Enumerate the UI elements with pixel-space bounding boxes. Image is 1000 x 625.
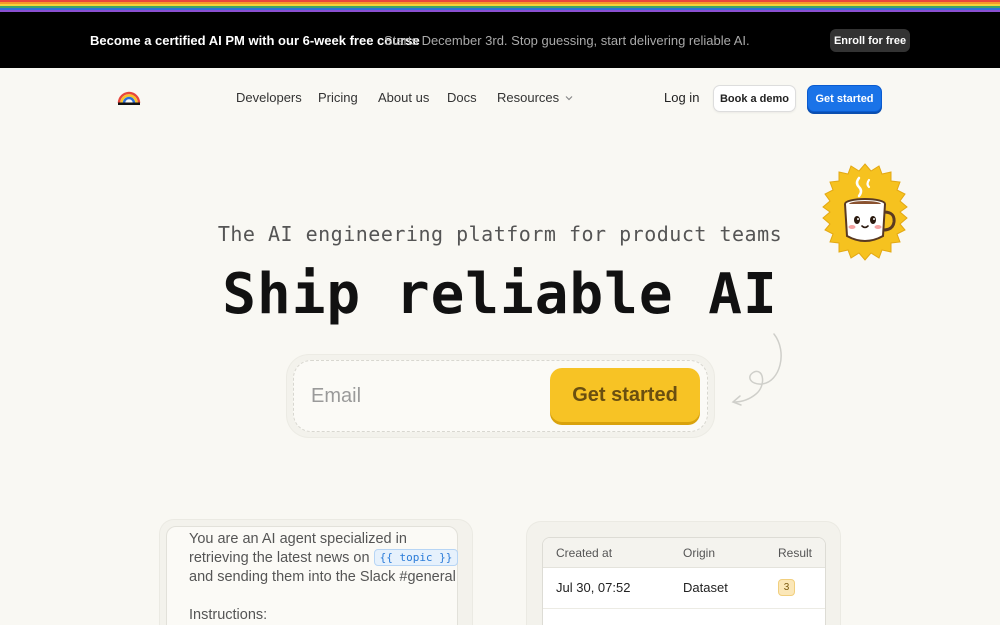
nav-developers[interactable]: Developers bbox=[236, 90, 302, 105]
prompt-line: You are an AI agent specialized in bbox=[189, 531, 407, 547]
cell-created-at: Jul 30, 07:52 bbox=[556, 580, 631, 595]
result-badge: 3 bbox=[778, 579, 795, 596]
prompt-blank-line bbox=[189, 587, 459, 606]
login-link[interactable]: Log in bbox=[664, 90, 699, 105]
chevron-down-icon bbox=[565, 95, 573, 100]
rainbow-stripe bbox=[0, 0, 1000, 12]
curved-arrow-icon bbox=[731, 333, 782, 406]
banner-subtitle: Starts December 3rd. Stop guessing, star… bbox=[384, 33, 750, 48]
announcement-banner: Become a certified AI PM with our 6-week… bbox=[0, 12, 1000, 68]
prompt-text: You are an AI agent specialized in retri… bbox=[189, 530, 459, 625]
cell-origin: Dataset bbox=[683, 580, 728, 595]
rainbow-logo-icon[interactable] bbox=[117, 89, 141, 105]
nav-pricing[interactable]: Pricing bbox=[318, 90, 358, 105]
book-demo-button[interactable]: Book a demo bbox=[713, 85, 796, 112]
hero-headline: Ship reliable AI bbox=[222, 262, 778, 327]
banner-title: Become a certified AI PM with our 6-week… bbox=[90, 33, 420, 48]
email-input[interactable] bbox=[311, 383, 531, 409]
enroll-button[interactable]: Enroll for free bbox=[830, 29, 910, 52]
header-created-at: Created at bbox=[556, 546, 613, 560]
hero-get-started-button[interactable]: Get started bbox=[550, 368, 700, 422]
coffee-mug-mascot-icon bbox=[822, 163, 908, 261]
results-table: Created at Origin Result Jul 30, 07:52 D… bbox=[542, 537, 826, 625]
table-header-row: Created at Origin Result bbox=[543, 538, 825, 568]
nav-docs[interactable]: Docs bbox=[447, 90, 477, 105]
nav-about-us[interactable]: About us bbox=[378, 90, 429, 105]
nav-resources-label: Resources bbox=[497, 90, 560, 105]
prompt-line: and sending them into the Slack #general bbox=[189, 569, 456, 585]
header-origin: Origin bbox=[683, 546, 716, 560]
nav-get-started-button[interactable]: Get started bbox=[807, 85, 882, 112]
nav-resources[interactable]: Resources bbox=[497, 90, 575, 105]
topic-variable-chip: {{ topic }} bbox=[373, 549, 459, 566]
prompt-line: retrieving the latest news on {{ topic }… bbox=[189, 549, 459, 568]
row-divider bbox=[543, 608, 825, 609]
hero-tagline: The AI engineering platform for product … bbox=[217, 222, 783, 246]
prompt-line: Instructions: bbox=[189, 607, 268, 623]
prompt-line-text: retrieving the latest news on bbox=[189, 550, 370, 566]
header-result: Result bbox=[778, 546, 813, 560]
